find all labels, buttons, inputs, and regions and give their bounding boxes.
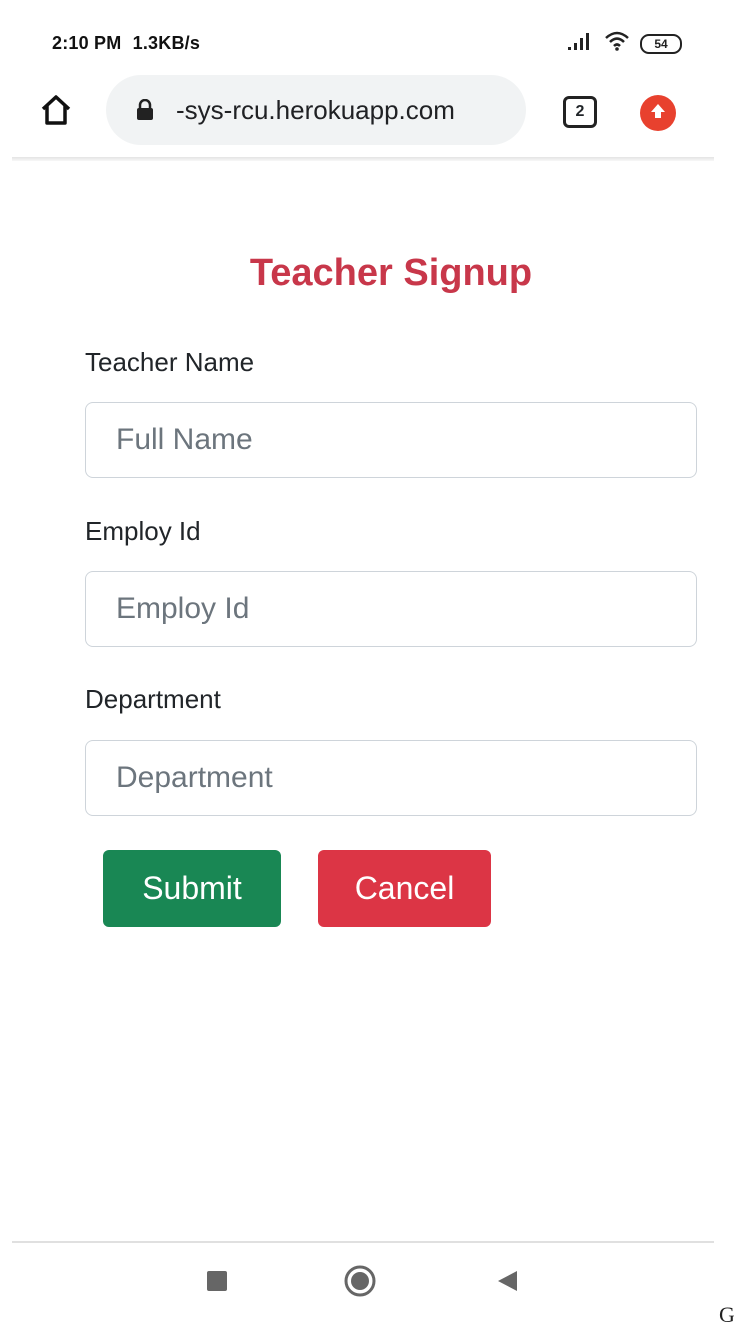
teacher-name-input[interactable] [85, 402, 697, 478]
network-speed: 1.3KB/s [132, 33, 201, 53]
signal-icon [566, 31, 594, 56]
submit-button[interactable]: Submit [103, 850, 281, 927]
update-arrow-icon [648, 101, 668, 126]
status-time-and-speed: 2:10 PM 1.3KB/s [52, 33, 200, 54]
employ-id-input[interactable] [85, 571, 697, 647]
department-input[interactable] [85, 740, 697, 816]
browser-toolbar: -sys-rcu.herokuapp.com 2 [0, 70, 734, 160]
corner-text: G [719, 1302, 734, 1327]
nav-divider [12, 1241, 714, 1243]
circle-home-icon [343, 1264, 377, 1303]
tab-switcher-button[interactable]: 2 [563, 96, 597, 128]
nav-home-button[interactable] [344, 1265, 376, 1298]
update-button[interactable] [640, 95, 676, 131]
status-icons: 54 [566, 30, 682, 57]
cancel-button[interactable]: Cancel [318, 850, 491, 927]
triangle-back-icon [495, 1269, 519, 1298]
employ-id-label: Employ Id [85, 516, 201, 546]
url-text: -sys-rcu.herokuapp.com [176, 94, 455, 125]
home-icon [39, 94, 73, 131]
department-label: Department [85, 684, 221, 714]
recents-button[interactable] [202, 1268, 232, 1298]
back-button[interactable] [492, 1268, 522, 1298]
lock-icon [134, 98, 156, 122]
page-title: Teacher Signup [249, 252, 533, 294]
battery-indicator: 54 [640, 33, 682, 54]
wifi-icon [604, 30, 630, 57]
address-bar[interactable]: -sys-rcu.herokuapp.com [106, 75, 526, 145]
status-time: 2:10 PM [52, 33, 122, 53]
status-bar: 2:10 PM 1.3KB/s 54 [0, 0, 734, 70]
home-button[interactable] [36, 92, 76, 132]
teacher-name-label: Teacher Name [85, 347, 255, 377]
square-recents-icon [206, 1270, 228, 1297]
toolbar-divider [12, 157, 714, 161]
